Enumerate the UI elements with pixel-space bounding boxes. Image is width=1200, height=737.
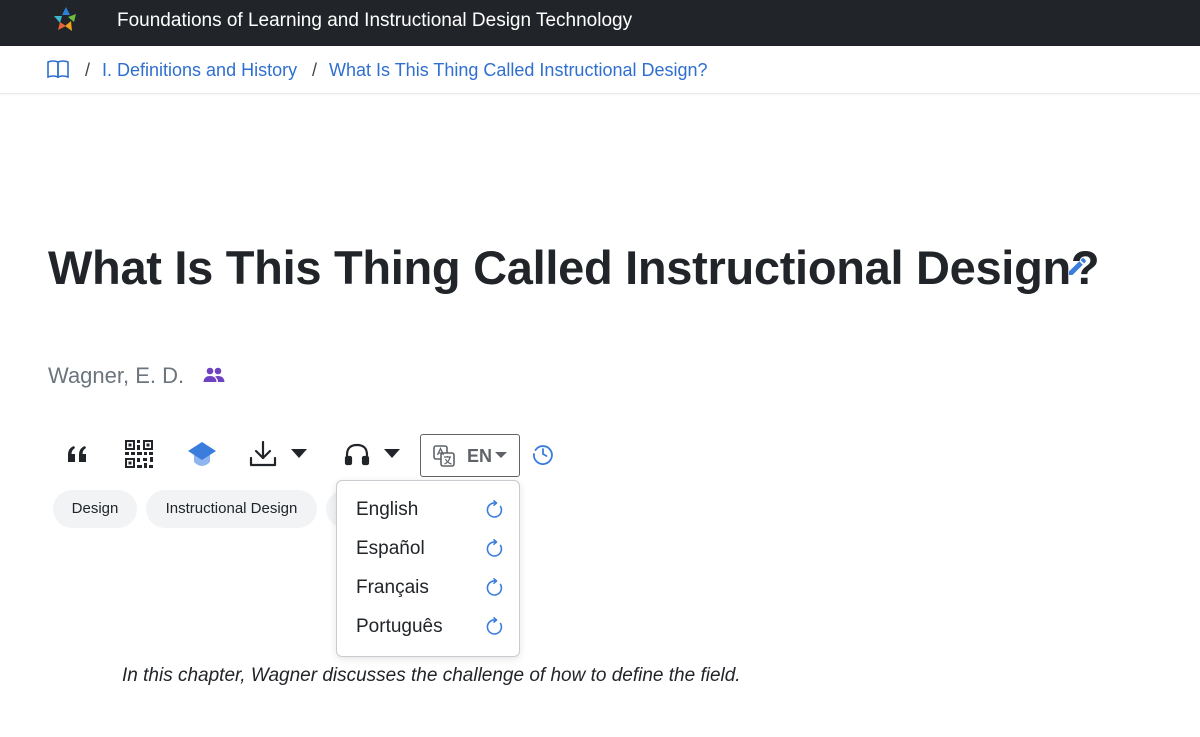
page-title: What Is This Thing Called Instructional … (48, 241, 1100, 294)
chapter-summary: In this chapter, Wagner discusses the ch… (122, 665, 741, 686)
refresh-icon[interactable] (485, 578, 505, 598)
language-option-label: English (356, 499, 419, 520)
language-option-english[interactable]: English (337, 490, 519, 529)
language-option-label: Français (356, 577, 429, 598)
language-menu: English Español Français Português (336, 480, 520, 657)
download-dropdown-caret-icon[interactable] (291, 449, 307, 459)
pinwheel-logo-icon[interactable] (50, 4, 82, 36)
breadcrumb: / I. Definitions and History / What Is T… (0, 46, 1200, 94)
people-icon[interactable] (203, 366, 225, 384)
breadcrumb-part-link[interactable]: I. Definitions and History (102, 58, 297, 82)
language-option-french[interactable]: Français (337, 568, 519, 607)
breadcrumb-separator: / (85, 60, 91, 80)
refresh-icon[interactable] (485, 500, 505, 520)
qr-code-icon[interactable] (124, 439, 154, 469)
translate-icon (433, 445, 455, 467)
breadcrumb-separator: / (312, 60, 318, 80)
refresh-icon[interactable] (485, 539, 505, 559)
language-code: EN (467, 446, 493, 466)
pencil-edit-icon[interactable] (1066, 256, 1088, 278)
language-selector-button[interactable]: EN (420, 434, 520, 477)
language-option-label: Español (356, 538, 425, 559)
language-option-portuguese[interactable]: Português (337, 607, 519, 646)
language-option-label: Português (356, 616, 443, 637)
language-option-spanish[interactable]: Español (337, 529, 519, 568)
quote-icon[interactable] (66, 444, 88, 464)
mortarboard-icon[interactable] (187, 440, 217, 470)
download-icon[interactable] (248, 440, 278, 468)
tag-chip[interactable]: Instructional Design (146, 490, 317, 528)
history-icon[interactable] (532, 443, 554, 465)
refresh-icon[interactable] (485, 617, 505, 637)
headphones-icon[interactable] (344, 442, 370, 466)
top-header: Foundations of Learning and Instructiona… (0, 0, 1200, 46)
breadcrumb-chapter-link[interactable]: What Is This Thing Called Instructional … (329, 58, 708, 82)
chevron-down-icon (495, 452, 507, 458)
audio-dropdown-caret-icon[interactable] (384, 449, 400, 459)
site-title[interactable]: Foundations of Learning and Instructiona… (117, 9, 632, 33)
author-name[interactable]: Wagner, E. D. (48, 362, 184, 390)
tag-chip[interactable]: Design (53, 490, 137, 528)
book-icon[interactable] (47, 59, 69, 79)
